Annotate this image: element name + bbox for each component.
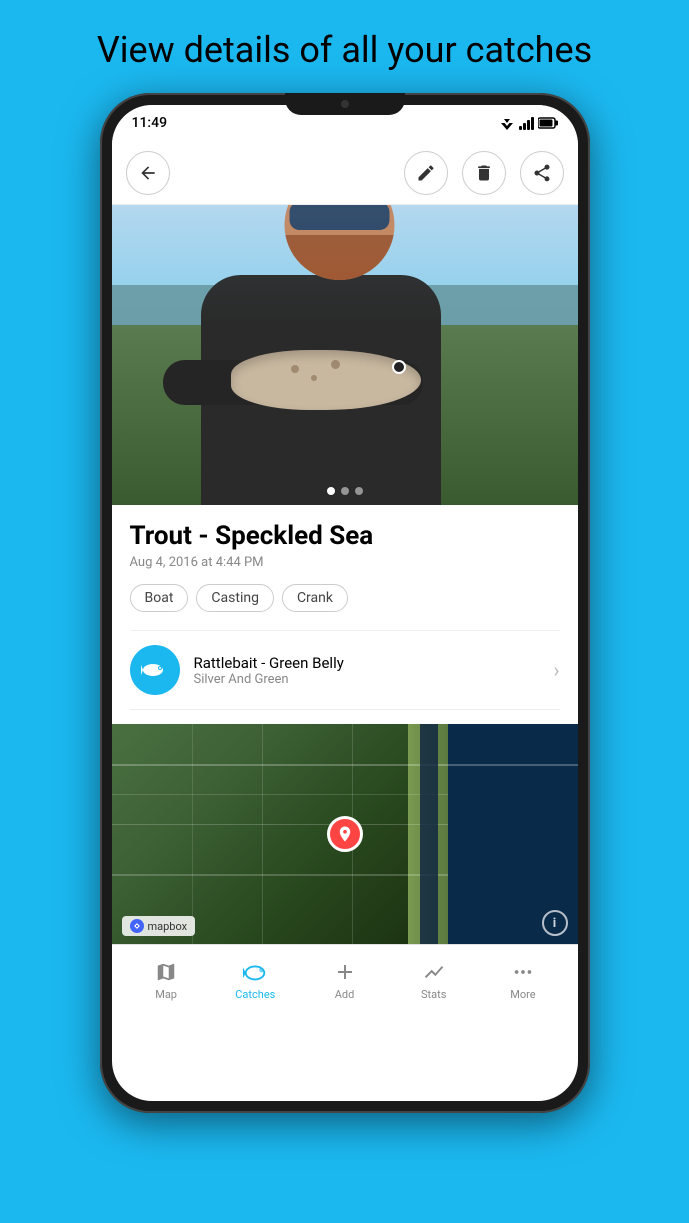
nav-item-add[interactable]: Add bbox=[300, 959, 389, 1001]
map-icon bbox=[155, 961, 177, 983]
lure-fish-icon bbox=[141, 659, 169, 681]
nav-label-more: More bbox=[510, 988, 535, 1001]
more-icon bbox=[512, 961, 534, 983]
waterway bbox=[420, 724, 438, 944]
wifi-icon bbox=[499, 116, 515, 130]
map-pin bbox=[327, 816, 363, 852]
share-button[interactable] bbox=[520, 151, 564, 195]
action-bar bbox=[112, 141, 578, 205]
tag-boat: Boat bbox=[130, 584, 189, 612]
nav-label-catches: Catches bbox=[235, 988, 275, 1001]
road-h4 bbox=[112, 874, 448, 876]
map-info-button[interactable]: i bbox=[542, 910, 568, 936]
signal-icon bbox=[519, 116, 534, 130]
dot-3 bbox=[355, 487, 363, 495]
photo-overlay bbox=[112, 205, 578, 505]
battery-icon bbox=[538, 117, 558, 129]
map-land bbox=[112, 724, 438, 944]
nav-item-map[interactable]: Map bbox=[122, 959, 211, 1001]
edit-icon bbox=[416, 163, 436, 183]
edit-button[interactable] bbox=[404, 151, 448, 195]
stats-nav-icon bbox=[421, 959, 447, 985]
bottom-nav: Map Catches bbox=[112, 944, 578, 1014]
catch-date: Aug 4, 2016 at 4:44 PM bbox=[130, 555, 560, 570]
lure-info: Rattlebait - Green Belly Silver And Gree… bbox=[194, 654, 554, 687]
add-nav-icon bbox=[332, 959, 358, 985]
camera bbox=[341, 100, 349, 108]
share-icon bbox=[532, 163, 552, 183]
mapbox-logo: mapbox bbox=[122, 916, 196, 936]
lure-row[interactable]: Rattlebait - Green Belly Silver And Gree… bbox=[130, 630, 560, 710]
chevron-right-icon: › bbox=[553, 658, 559, 682]
status-time: 11:49 bbox=[132, 115, 168, 131]
map-section[interactable]: mapbox i bbox=[112, 724, 578, 944]
road-h3 bbox=[112, 794, 448, 795]
catch-content: Trout - Speckled Sea Aug 4, 2016 at 4:44… bbox=[112, 505, 578, 944]
more-nav-icon bbox=[510, 959, 536, 985]
back-button[interactable] bbox=[126, 151, 170, 195]
delete-button[interactable] bbox=[462, 151, 506, 195]
headline: View details of all your catches bbox=[0, 0, 689, 93]
road-v3 bbox=[192, 724, 193, 944]
nav-item-more[interactable]: More bbox=[478, 959, 567, 1001]
back-icon bbox=[138, 163, 158, 183]
mapbox-icon bbox=[130, 919, 144, 933]
nav-label-stats: Stats bbox=[421, 988, 446, 1001]
road-h1 bbox=[112, 764, 578, 766]
tag-casting: Casting bbox=[196, 584, 274, 612]
catches-icon bbox=[242, 959, 268, 985]
add-icon bbox=[333, 960, 357, 984]
nav-item-stats[interactable]: Stats bbox=[389, 959, 478, 1001]
road-v1 bbox=[262, 724, 263, 944]
phone-frame: 11:49 bbox=[100, 93, 590, 1113]
nav-label-add: Add bbox=[335, 988, 355, 1001]
map-nav-icon bbox=[153, 959, 179, 985]
tag-crank: Crank bbox=[282, 584, 348, 612]
dot-1 bbox=[327, 487, 335, 495]
nav-item-catches[interactable]: Catches bbox=[211, 959, 300, 1001]
catch-tags: Boat Casting Crank bbox=[130, 584, 560, 612]
dot-2 bbox=[341, 487, 349, 495]
location-icon bbox=[336, 825, 354, 843]
nav-label-map: Map bbox=[155, 988, 177, 1001]
mapbox-label: mapbox bbox=[148, 920, 188, 933]
phone-notch bbox=[285, 93, 405, 115]
photo-dots bbox=[327, 487, 363, 495]
lure-name: Rattlebait - Green Belly bbox=[194, 654, 554, 672]
catches-nav-icon bbox=[242, 959, 268, 985]
status-icons bbox=[499, 116, 558, 130]
catch-photo bbox=[112, 205, 578, 505]
fish-name: Trout - Speckled Sea bbox=[130, 521, 560, 551]
lure-icon bbox=[130, 645, 180, 695]
info-icon: i bbox=[553, 916, 556, 931]
road-h2 bbox=[112, 824, 448, 825]
stats-icon bbox=[423, 961, 445, 983]
delete-icon bbox=[474, 163, 494, 183]
lure-color: Silver And Green bbox=[194, 672, 554, 687]
